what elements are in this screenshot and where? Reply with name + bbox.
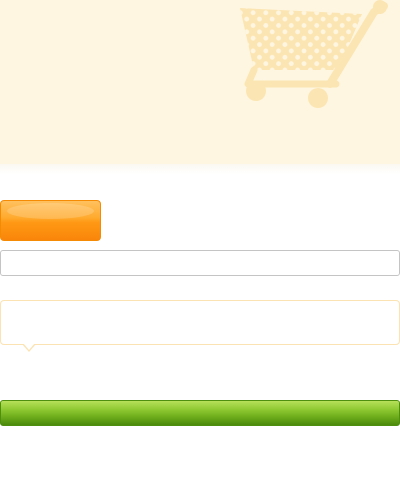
text-input-field[interactable] [0, 250, 400, 276]
primary-action-button[interactable] [0, 200, 101, 241]
hero-banner [0, 0, 400, 164]
shopping-cart-icon [240, 0, 388, 108]
submit-button[interactable] [0, 400, 400, 426]
info-callout [0, 300, 400, 345]
callout-pointer [22, 343, 36, 352]
hero-divider [0, 164, 400, 174]
